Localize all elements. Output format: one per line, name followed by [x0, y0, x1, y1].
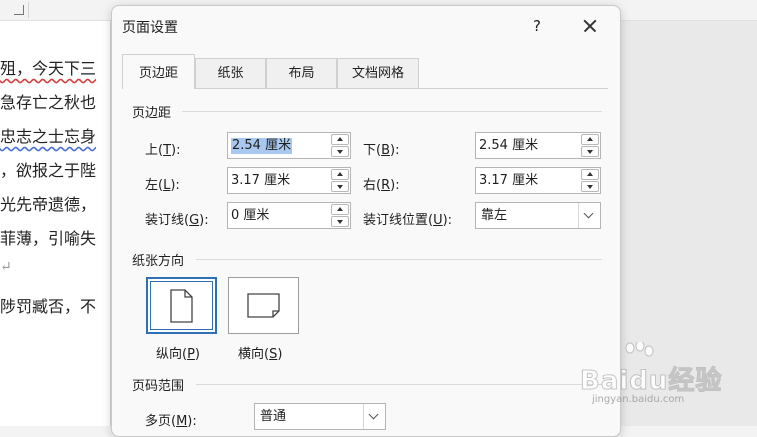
pages-section-title: 页码范围 [132, 379, 185, 394]
gutter-spinner[interactable]: 0 厘米 [227, 202, 351, 229]
multiple-pages-label: 多页(M): [145, 414, 197, 429]
bottom-margin-value[interactable]: 2.54 厘米 [479, 138, 538, 154]
right-margin-decrease-button[interactable] [581, 181, 599, 192]
bottom-margin-spinner[interactable]: 2.54 厘米 [475, 132, 601, 159]
margins-section-title: 页边距 [132, 106, 172, 121]
bottom-margin-label: 下(B): [363, 143, 400, 158]
section-divider [196, 259, 602, 260]
left-margin-value[interactable]: 3.17 厘米 [231, 173, 290, 189]
tab-paper[interactable]: 纸张 [195, 58, 266, 88]
portrait-page-icon [170, 289, 193, 323]
gutter-increase-button[interactable] [331, 204, 349, 215]
right-margin-label: 右(R): [363, 178, 400, 193]
doc-line: 菲薄，引喻失 [0, 229, 97, 248]
bottom-margin-increase-button[interactable] [581, 134, 599, 145]
gutter-decrease-button[interactable] [331, 216, 349, 227]
top-margin-label: 上(T): [145, 143, 181, 158]
left-margin-label: 左(L): [145, 178, 180, 193]
gutter-position-value: 靠左 [481, 208, 508, 223]
document-page[interactable]: 殂，今天下三 急存亡之秋也 忠志之士忘身 ，欲报之于陛 光先帝遗德， 菲薄，引喻… [0, 21, 111, 426]
landscape-page-icon [247, 293, 280, 318]
landscape-label: 横向(S) [238, 347, 283, 362]
tab-margins[interactable]: 页边距 [122, 54, 195, 89]
doc-line: 殂，今天下三 [0, 59, 97, 78]
multiple-pages-value: 普通 [260, 409, 287, 424]
bottom-margin-decrease-button[interactable] [581, 146, 599, 157]
watermark-logo: Baidu经验 [579, 366, 723, 397]
section-divider [182, 111, 602, 112]
gutter-label: 装订线(G): [145, 213, 209, 228]
help-button[interactable]: ? [522, 13, 552, 39]
right-margin-spinner[interactable]: 3.17 厘米 [475, 167, 601, 194]
doc-line: ，欲报之于陛 [0, 161, 97, 180]
paragraph-mark-icon: ↵ [0, 259, 12, 275]
top-margin-value[interactable]: 2.54 厘米 [231, 138, 293, 154]
doc-line: 光先帝遗德， [0, 195, 97, 214]
doc-line: 陟罚臧否，不 [0, 297, 97, 316]
portrait-label: 纵向(P) [156, 347, 200, 362]
gutter-value[interactable]: 0 厘米 [231, 208, 269, 224]
doc-line: 忠志之士忘身 [0, 127, 97, 146]
gutter-position-label: 装订线位置(U): [363, 213, 453, 228]
gutter-position-select[interactable]: 靠左 [475, 202, 601, 229]
watermark-url: jingyan.baidu.com [592, 394, 685, 405]
tab-layout[interactable]: 布局 [266, 58, 337, 88]
portrait-button[interactable] [146, 277, 217, 334]
close-icon[interactable] [575, 13, 605, 39]
doc-line: 急存亡之秋也 [0, 93, 97, 112]
toolbar-divider [28, 2, 29, 18]
top-margin-decrease-button[interactable] [331, 146, 349, 157]
chevron-down-icon[interactable] [578, 203, 600, 228]
dialog-launcher-icon[interactable] [14, 5, 24, 15]
right-margin-value[interactable]: 3.17 厘米 [479, 173, 538, 189]
left-margin-spinner[interactable]: 3.17 厘米 [227, 167, 351, 194]
tab-document-grid[interactable]: 文档网格 [337, 58, 419, 88]
orientation-section-title: 纸张方向 [132, 254, 185, 269]
dialog-title: 页面设置 [122, 20, 178, 36]
top-margin-spinner[interactable]: 2.54 厘米 [227, 132, 351, 159]
left-margin-decrease-button[interactable] [331, 181, 349, 192]
top-margin-increase-button[interactable] [331, 134, 349, 145]
landscape-button[interactable] [228, 277, 299, 334]
section-divider [196, 384, 602, 385]
doc-line: ↵ [0, 259, 110, 293]
left-margin-increase-button[interactable] [331, 169, 349, 180]
chevron-down-icon[interactable] [363, 404, 385, 429]
page-setup-dialog: 页面设置 ? 页边距 纸张 布局 文档网格 页边距 上(T): 2.54 厘米 … [111, 5, 621, 437]
right-margin-increase-button[interactable] [581, 169, 599, 180]
